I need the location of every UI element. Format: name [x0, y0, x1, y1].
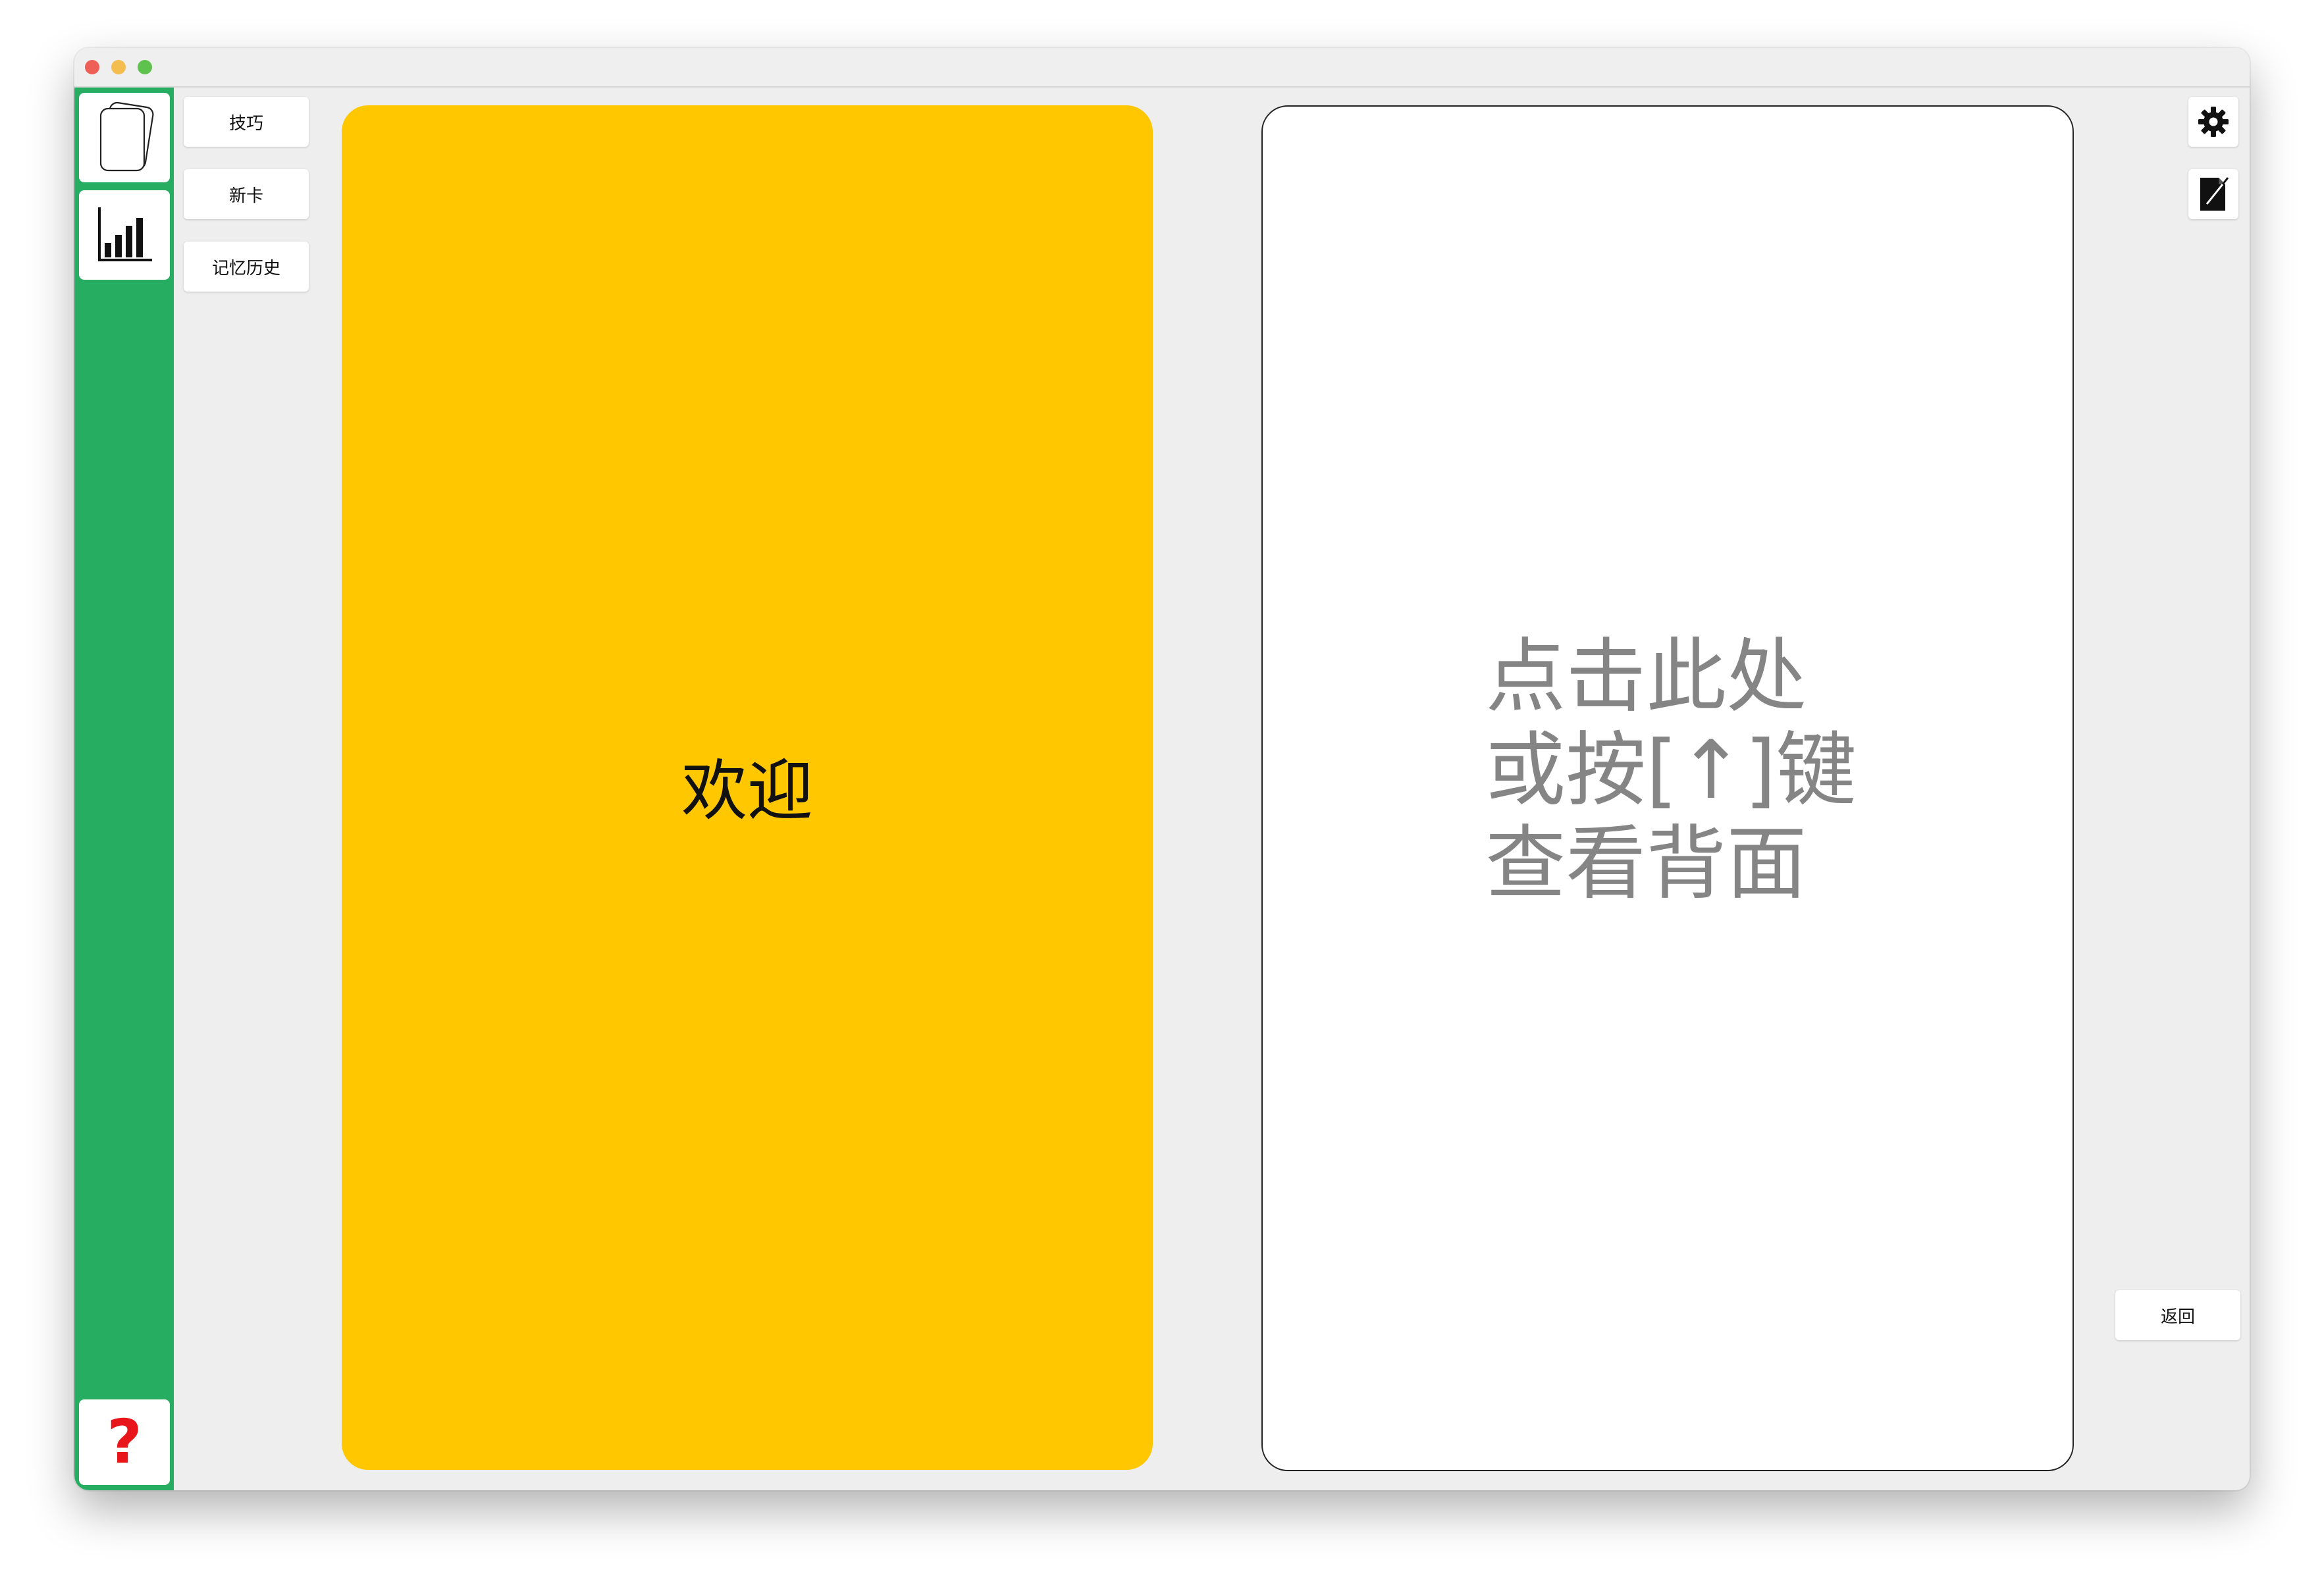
title-bar — [74, 48, 2250, 88]
sidebar-item-statistics[interactable] — [79, 190, 170, 280]
edit-document-icon — [2200, 177, 2229, 211]
help-button[interactable]: ? — [79, 1399, 170, 1485]
gear-icon — [2198, 107, 2229, 137]
back-button[interactable]: 返回 — [2115, 1290, 2240, 1340]
bar-chart-icon — [98, 207, 152, 261]
app-window: ? 技巧 新卡 记忆历史 欢迎 点击此处 或按[↑]键 查看背面 返回 — [74, 48, 2250, 1490]
memory-history-button[interactable]: 记忆历史 — [184, 242, 309, 292]
help-icon: ? — [107, 1407, 142, 1477]
card-front[interactable]: 欢迎 — [342, 105, 1153, 1470]
sidebar: ? — [74, 88, 174, 1490]
main-content: ? 技巧 新卡 记忆历史 欢迎 点击此处 或按[↑]键 查看背面 返回 — [74, 88, 2250, 1490]
settings-button[interactable] — [2188, 97, 2238, 147]
window-close-button[interactable] — [85, 60, 99, 74]
card-front-text: 欢迎 — [681, 752, 813, 829]
edit-card-button[interactable] — [2188, 169, 2238, 219]
window-zoom-button[interactable] — [138, 60, 152, 74]
tips-button[interactable]: 技巧 — [184, 97, 309, 147]
cards-stack-icon — [99, 101, 154, 172]
card-back-hint: 点击此处 或按[↑]键 查看背面 — [1485, 629, 1857, 910]
card-back[interactable]: 点击此处 或按[↑]键 查看背面 — [1261, 105, 2074, 1471]
new-card-button[interactable]: 新卡 — [184, 169, 309, 219]
window-minimize-button[interactable] — [111, 60, 126, 74]
sidebar-item-cards[interactable] — [79, 93, 170, 182]
